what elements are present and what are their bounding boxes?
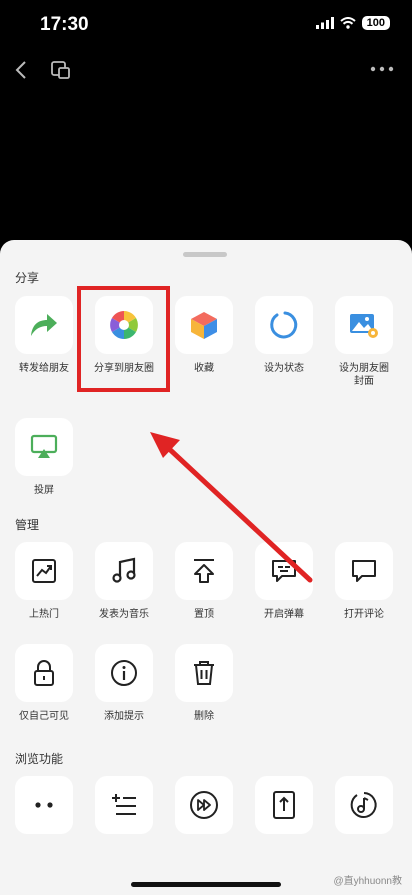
home-indicator [131, 882, 281, 887]
watermark: @直yhhuonn教 [333, 876, 402, 887]
annotation-arrow [150, 432, 313, 583]
